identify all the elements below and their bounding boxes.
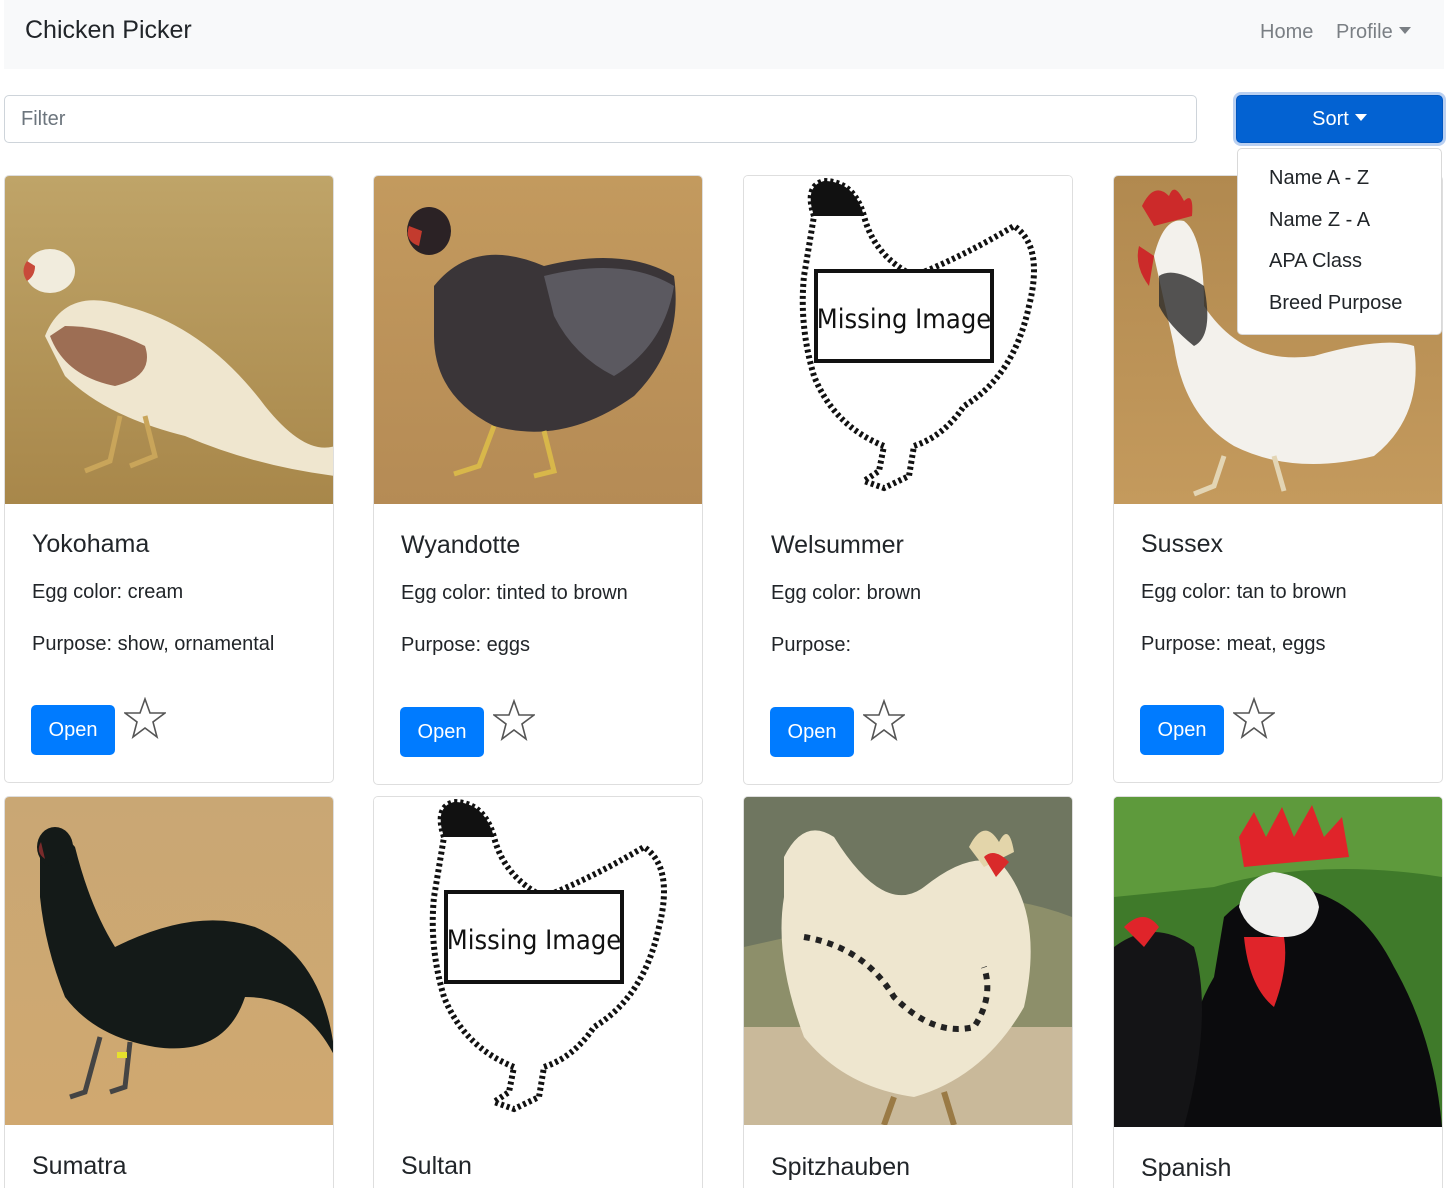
navbar: Chicken Picker Home Profile: [4, 0, 1444, 69]
open-button[interactable]: Open: [770, 707, 854, 757]
sort-option-breed-purpose[interactable]: Breed Purpose: [1269, 292, 1402, 315]
breed-photo: [5, 176, 333, 504]
purpose: Purpose: eggs: [401, 634, 530, 656]
nav-profile-dropdown[interactable]: Profile: [1336, 21, 1411, 44]
breed-card-sumatra: Sumatra: [4, 796, 334, 1188]
star-outline-icon[interactable]: [1233, 697, 1275, 739]
breed-card-yokohama: Yokohama Egg color: cream Purpose: show,…: [4, 175, 334, 783]
egg-color: Egg color: cream: [32, 581, 184, 603]
nav-profile-label: Profile: [1336, 21, 1393, 43]
breed-card-spitzhauben: Spitzhauben: [743, 796, 1073, 1188]
breed-photo: [744, 797, 1072, 1125]
egg-color: Egg color: tinted to brown: [401, 582, 628, 604]
breed-name[interactable]: Sumatra: [32, 1152, 126, 1181]
sort-option-name-desc[interactable]: Name Z - A: [1269, 209, 1370, 232]
sort-button[interactable]: Sort: [1236, 95, 1443, 143]
missing-image-label: Missing Image: [817, 304, 991, 335]
breed-photo: [5, 797, 333, 1125]
star-outline-icon[interactable]: [124, 697, 166, 739]
breed-photo: [374, 176, 702, 504]
open-button[interactable]: Open: [400, 707, 484, 757]
breed-name[interactable]: Sussex: [1141, 530, 1223, 559]
caret-down-icon: [1398, 27, 1411, 34]
breed-name[interactable]: Wyandotte: [401, 531, 520, 560]
caret-down-icon: [1354, 114, 1367, 121]
breed-name[interactable]: Yokohama: [32, 530, 149, 559]
egg-color: Egg color: tan to brown: [1141, 581, 1347, 603]
breed-card-spanish: Spanish: [1113, 796, 1443, 1188]
sort-label: Sort: [1312, 108, 1349, 130]
missing-image-label: Missing Image: [447, 925, 621, 956]
breed-name[interactable]: Spitzhauben: [771, 1153, 910, 1182]
sort-option-name-asc[interactable]: Name A - Z: [1269, 167, 1369, 190]
open-button[interactable]: Open: [1140, 705, 1224, 755]
star-outline-icon[interactable]: [493, 699, 535, 741]
sort-option-apa-class[interactable]: APA Class: [1269, 250, 1362, 273]
breed-card-sultan: Missing Image Sultan: [373, 796, 703, 1188]
sort-dropdown-menu: Name A - Z Name Z - A APA Class Breed Pu…: [1237, 148, 1442, 335]
nav-home-link[interactable]: Home: [1260, 21, 1313, 44]
purpose: Purpose:: [771, 634, 852, 656]
breed-name[interactable]: Welsummer: [771, 531, 904, 560]
breed-name[interactable]: Spanish: [1141, 1154, 1231, 1183]
purpose: Purpose: show, ornamental: [32, 633, 275, 655]
breed-name[interactable]: Sultan: [401, 1152, 472, 1181]
missing-image-placeholder: Missing Image: [374, 797, 702, 1125]
breed-photo: [1114, 797, 1442, 1127]
filter-input[interactable]: [4, 95, 1197, 143]
missing-image-placeholder: Missing Image: [744, 176, 1072, 504]
purpose: Purpose: meat, eggs: [1141, 633, 1326, 655]
breed-card-welsummer: Missing Image Welsummer Egg color: brown…: [743, 175, 1073, 785]
open-button[interactable]: Open: [31, 705, 115, 755]
brand[interactable]: Chicken Picker: [25, 16, 192, 45]
breed-card-wyandotte: Wyandotte Egg color: tinted to brown Pur…: [373, 175, 703, 785]
star-outline-icon[interactable]: [863, 699, 905, 741]
egg-color: Egg color: brown: [771, 582, 922, 604]
